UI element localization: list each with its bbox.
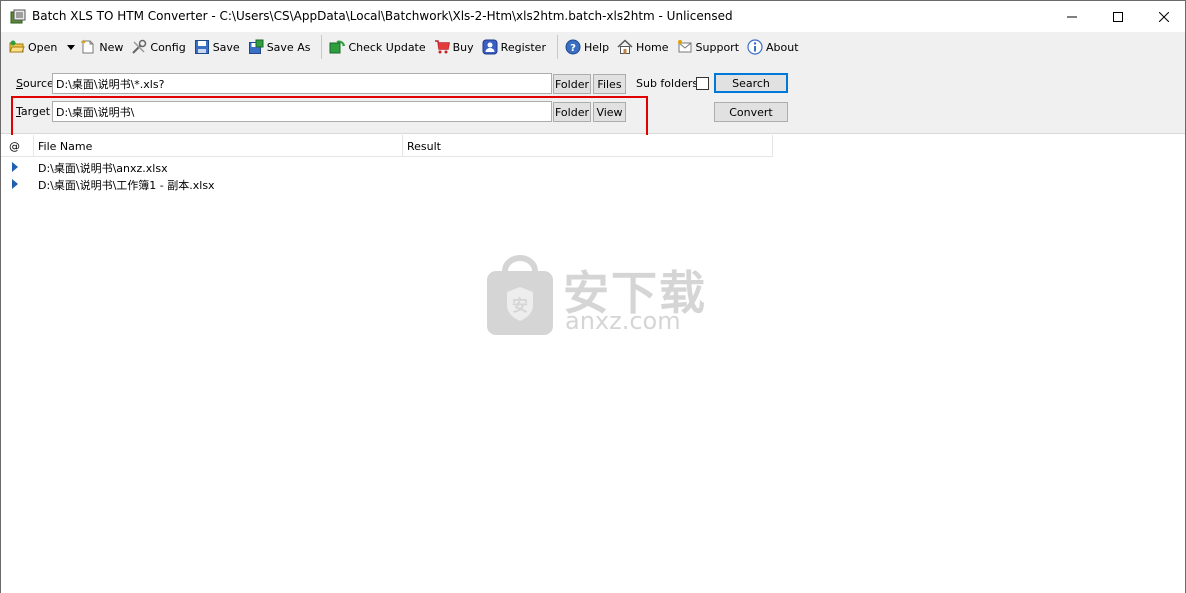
update-icon [329, 40, 346, 54]
options-panel: Source D:\桌面\说明书\*.xls? Folder Files Sub… [1, 62, 1185, 134]
support-button[interactable]: Support [675, 35, 743, 59]
file-name-cell: D:\桌面\说明书\anxz.xlsx [38, 161, 168, 175]
save-icon [194, 40, 209, 54]
new-label: New [99, 40, 124, 54]
maximize-icon [1113, 11, 1123, 22]
new-file-icon [81, 39, 94, 54]
open-button[interactable]: Open [7, 35, 61, 59]
close-button[interactable] [1141, 1, 1186, 32]
about-button[interactable]: About [745, 35, 803, 59]
app-window: Batch XLS TO HTM Converter - C:\Users\CS… [0, 0, 1186, 593]
register-label: Register [500, 40, 546, 54]
column-header-at[interactable]: @ [1, 135, 34, 157]
buy-button[interactable]: Buy [432, 35, 478, 59]
save-as-icon [248, 39, 264, 54]
support-icon [677, 40, 692, 53]
minimize-icon [1067, 16, 1077, 17]
target-label: Target [16, 105, 50, 118]
watermark-bag-icon: 安 [487, 255, 553, 335]
source-label: Source [16, 77, 54, 90]
source-input[interactable]: D:\桌面\说明书\*.xls? [52, 73, 552, 94]
open-label: Open [28, 40, 58, 54]
home-label: Home [636, 40, 669, 54]
home-button[interactable]: Home [615, 35, 672, 59]
source-folder-button[interactable]: Folder [553, 74, 591, 94]
title-bar: Batch XLS TO HTM Converter - C:\Users\CS… [1, 1, 1185, 32]
save-label: Save [212, 40, 240, 54]
toolbar-separator [321, 35, 323, 59]
buy-label: Buy [452, 40, 474, 54]
file-list: @ File Name Result D:\桌面\说明书\anxz.xlsx D… [1, 135, 1185, 593]
watermark-text-en: anxz.com [565, 307, 681, 335]
target-view-button[interactable]: View [593, 102, 626, 122]
tools-icon [132, 39, 147, 54]
expand-arrow-icon[interactable] [11, 162, 19, 172]
cart-icon [434, 40, 450, 54]
new-button[interactable]: New [78, 35, 127, 59]
column-header-file-name[interactable]: File Name [34, 135, 403, 157]
save-button[interactable]: Save [192, 35, 244, 59]
save-as-button[interactable]: Save As [246, 35, 315, 59]
home-icon [617, 39, 633, 54]
about-label: About [766, 40, 799, 54]
convert-button[interactable]: Convert [714, 102, 788, 122]
watermark: 安 安下载 anxz.com [485, 253, 705, 343]
file-name-cell: D:\桌面\说明书\工作簿1 - 副本.xlsx [38, 178, 215, 192]
support-label: Support [695, 40, 740, 54]
dropdown-arrow-icon [67, 44, 76, 50]
source-files-button[interactable]: Files [593, 74, 626, 94]
list-item[interactable]: D:\桌面\说明书\工作簿1 - 副本.xlsx [1, 176, 773, 193]
target-folder-button[interactable]: Folder [553, 102, 591, 122]
toolbar: Open New Config Save Save As Check Updat… [1, 32, 1185, 62]
sub-folders-label: Sub folders [636, 77, 699, 90]
register-button[interactable]: Register [480, 35, 550, 59]
svg-text:?: ? [570, 43, 576, 54]
open-dropdown-button[interactable] [63, 35, 78, 59]
window-title: Batch XLS TO HTM Converter - C:\Users\CS… [32, 9, 733, 23]
list-item[interactable]: D:\桌面\说明书\anxz.xlsx [1, 159, 773, 176]
list-header: @ File Name Result [1, 135, 773, 157]
search-button[interactable]: Search [714, 73, 788, 93]
check-update-label: Check Update [348, 40, 426, 54]
source-label-accel: S [16, 77, 23, 90]
check-update-button[interactable]: Check Update [327, 35, 429, 59]
target-input[interactable]: D:\桌面\说明书\ [52, 101, 552, 122]
maximize-button[interactable] [1095, 1, 1141, 32]
toolbar-separator [556, 35, 558, 59]
source-label-rest: ource [22, 77, 54, 90]
expand-arrow-icon[interactable] [11, 179, 19, 189]
close-icon [1159, 11, 1169, 22]
column-header-result[interactable]: Result [403, 135, 773, 157]
open-folder-icon [9, 40, 25, 53]
help-button[interactable]: ? Help [563, 35, 613, 59]
minimize-button[interactable] [1049, 1, 1095, 32]
config-label: Config [150, 40, 186, 54]
register-icon [482, 39, 498, 55]
svg-text:安: 安 [512, 296, 528, 315]
help-icon: ? [565, 39, 581, 55]
sub-folders-checkbox[interactable] [696, 77, 709, 90]
info-icon [747, 39, 763, 55]
config-button[interactable]: Config [129, 35, 189, 59]
target-label-rest: arget [20, 105, 51, 118]
save-as-label: Save As [266, 40, 311, 54]
app-icon [10, 9, 26, 24]
help-label: Help [583, 40, 610, 54]
